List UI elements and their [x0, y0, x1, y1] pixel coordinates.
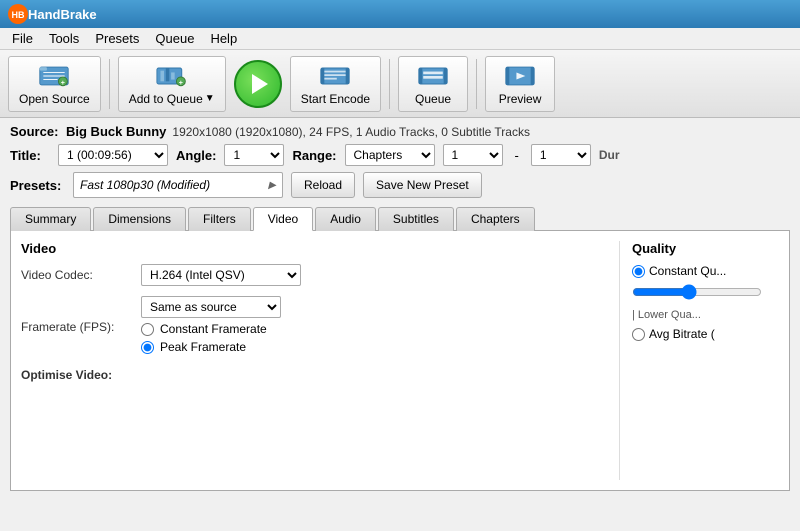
quality-panel: Quality Constant Qu... | Lower Qua... Av… — [619, 241, 779, 480]
play-icon — [252, 74, 268, 94]
toolbar-sep-2 — [389, 59, 390, 109]
add-to-queue-icon: + — [156, 62, 188, 90]
constant-quality-row: Constant Qu... — [632, 264, 779, 278]
tab-video[interactable]: Video — [253, 207, 313, 231]
add-to-queue-button[interactable]: + Add to Queue ▼ — [118, 56, 226, 112]
open-source-button[interactable]: + Open Source — [8, 56, 101, 112]
peak-framerate-label: Peak Framerate — [160, 340, 246, 354]
framerate-mode-group: Constant Framerate Peak Framerate — [141, 322, 281, 354]
peak-framerate-radio[interactable] — [141, 341, 154, 354]
toolbar-sep-1 — [109, 59, 110, 109]
range-label: Range: — [292, 148, 336, 163]
quality-title: Quality — [632, 241, 779, 256]
svg-text:+: + — [61, 78, 65, 86]
preview-icon — [504, 62, 536, 90]
toolbar: + Open Source + Add to Queue ▼ — [0, 50, 800, 118]
start-encode-play-button[interactable] — [234, 60, 282, 108]
avg-bitrate-label: Avg Bitrate ( — [649, 327, 715, 341]
avg-bitrate-row: Avg Bitrate ( — [632, 327, 779, 341]
menu-file[interactable]: File — [4, 29, 41, 48]
preset-selector[interactable]: Fast 1080p30 (Modified) ▶ — [73, 172, 283, 198]
queue-label: Queue — [415, 92, 451, 106]
preview-button[interactable]: Preview — [485, 56, 555, 112]
add-to-queue-dropdown-arrow[interactable]: ▼ — [205, 93, 215, 104]
source-title: Big Buck Bunny — [66, 124, 166, 139]
save-new-preset-button[interactable]: Save New Preset — [363, 172, 482, 198]
lower-quality-text: | Lower Qua... — [632, 309, 779, 321]
constant-framerate-row: Constant Framerate — [141, 322, 281, 336]
tabs-bar: Summary Dimensions Filters Video Audio S… — [10, 206, 790, 231]
svg-text:HB: HB — [12, 10, 25, 20]
app-title: HandBrake — [28, 7, 97, 22]
toolbar-sep-3 — [476, 59, 477, 109]
title-bar: HB HandBrake — [0, 0, 800, 28]
optimise-video-label: Optimise Video: — [21, 368, 141, 382]
tab-chapters[interactable]: Chapters — [456, 207, 535, 231]
angle-label: Angle: — [176, 148, 216, 163]
constant-framerate-radio[interactable] — [141, 323, 154, 336]
range-select[interactable]: Chapters Seconds Frames — [345, 144, 435, 166]
queue-icon — [417, 62, 449, 90]
content-area: Source: Big Buck Bunny 1920x1080 (1920x1… — [0, 118, 800, 497]
chapter-dash: - — [515, 148, 519, 163]
reload-button[interactable]: Reload — [291, 172, 355, 198]
tab-summary[interactable]: Summary — [10, 207, 91, 231]
main-panel: Video Video Codec: H.264 (Intel QSV) H.2… — [10, 231, 790, 491]
tab-filters[interactable]: Filters — [188, 207, 251, 231]
preset-arrow-icon: ▶ — [268, 180, 276, 191]
presets-label: Presets: — [10, 178, 65, 193]
constant-framerate-label: Constant Framerate — [160, 322, 267, 336]
title-select[interactable]: 1 (00:09:56) — [58, 144, 168, 166]
video-settings-panel: Video Video Codec: H.264 (Intel QSV) H.2… — [21, 241, 619, 480]
svg-text:+: + — [179, 78, 183, 86]
menu-help[interactable]: Help — [202, 29, 245, 48]
tab-dimensions[interactable]: Dimensions — [93, 207, 186, 231]
menu-tools[interactable]: Tools — [41, 29, 87, 48]
peak-framerate-row: Peak Framerate — [141, 340, 281, 354]
framerate-select[interactable]: Same as source 5 10 15 23.976 24 25 29.9… — [141, 296, 281, 318]
constant-quality-radio[interactable] — [632, 265, 645, 278]
start-encode-icon — [319, 62, 351, 90]
tab-audio[interactable]: Audio — [315, 207, 376, 231]
quality-slider-container — [632, 284, 779, 303]
preset-current-value: Fast 1080p30 (Modified) — [80, 178, 210, 192]
duration-label: Dur — [599, 148, 620, 162]
video-codec-select[interactable]: H.264 (Intel QSV) H.264 (x264) H.265 (x2… — [141, 264, 301, 286]
queue-button[interactable]: Queue — [398, 56, 468, 112]
source-info: 1920x1080 (1920x1080), 24 FPS, 1 Audio T… — [172, 125, 530, 139]
avg-bitrate-radio[interactable] — [632, 328, 645, 341]
start-encode-button[interactable]: Start Encode — [290, 56, 381, 112]
source-row: Source: Big Buck Bunny 1920x1080 (1920x1… — [10, 124, 790, 139]
menu-queue[interactable]: Queue — [147, 29, 202, 48]
source-label: Source: — [10, 124, 60, 139]
chapter-from-select[interactable]: 1 — [443, 144, 503, 166]
menu-bar: File Tools Presets Queue Help — [0, 28, 800, 50]
video-codec-row: Video Codec: H.264 (Intel QSV) H.264 (x2… — [21, 264, 619, 286]
add-to-queue-label: Add to Queue — [129, 92, 203, 106]
tab-subtitles[interactable]: Subtitles — [378, 207, 454, 231]
optimise-video-row: Optimise Video: — [21, 368, 619, 382]
preview-label: Preview — [499, 92, 542, 106]
title-label: Title: — [10, 148, 50, 163]
framerate-row: Framerate (FPS): Same as source 5 10 15 … — [21, 296, 619, 358]
quality-slider[interactable] — [632, 284, 762, 300]
presets-row: Presets: Fast 1080p30 (Modified) ▶ Reloa… — [10, 172, 790, 198]
video-codec-label: Video Codec: — [21, 268, 141, 282]
start-encode-label: Start Encode — [301, 92, 370, 106]
framerate-label: Framerate (FPS): — [21, 320, 141, 334]
video-section-title: Video — [21, 241, 619, 256]
title-row: Title: 1 (00:09:56) Angle: 1 Range: Chap… — [10, 144, 790, 166]
constant-quality-label: Constant Qu... — [649, 264, 726, 278]
angle-select[interactable]: 1 — [224, 144, 284, 166]
open-source-icon: + — [38, 62, 70, 90]
chapter-to-select[interactable]: 1 — [531, 144, 591, 166]
menu-presets[interactable]: Presets — [87, 29, 147, 48]
app-logo: HB — [8, 4, 28, 24]
open-source-label: Open Source — [19, 92, 90, 106]
